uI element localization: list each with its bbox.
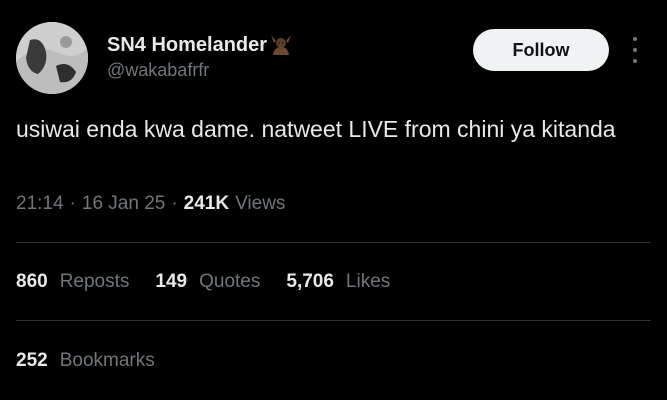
tweet-meta: 21:14 · 16 Jan 25 · 241K Views xyxy=(16,193,285,215)
more-dot xyxy=(633,37,637,41)
tweet-time[interactable]: 21:14 xyxy=(16,193,64,215)
likes-count: 5,706 xyxy=(286,271,334,292)
quotes-stat[interactable]: 149 Quotes xyxy=(155,271,260,293)
bookmarks-label: Bookmarks xyxy=(59,350,155,371)
display-name[interactable]: SN4 Homelander xyxy=(107,34,294,57)
views-label: Views xyxy=(235,193,286,214)
divider xyxy=(16,242,651,243)
meta-separator: · xyxy=(171,193,178,214)
more-dot xyxy=(633,59,637,63)
engagement-stats: 860 Reposts 149 Quotes 5,706 Likes xyxy=(16,271,416,293)
divider xyxy=(16,320,651,321)
reposts-label: Reposts xyxy=(59,271,130,292)
bookmarks-stat[interactable]: 252 Bookmarks xyxy=(16,350,155,372)
quotes-count: 149 xyxy=(155,271,188,292)
bookmarks-stats: 252 Bookmarks xyxy=(16,350,181,372)
user-handle[interactable]: @wakabafrfr xyxy=(107,60,209,81)
likes-stat[interactable]: 5,706 Likes xyxy=(286,271,390,293)
tweet-detail: SN4 Homelander @wakabafrfr Follow usiwai… xyxy=(0,0,667,400)
bookmarks-count: 252 xyxy=(16,350,48,371)
meta-separator: · xyxy=(69,193,76,214)
reposts-stat[interactable]: 860 Reposts xyxy=(16,271,129,293)
avatar[interactable] xyxy=(16,22,88,94)
more-dot xyxy=(633,48,637,52)
reposts-count: 860 xyxy=(16,271,48,292)
quotes-label: Quotes xyxy=(199,271,261,292)
tweet-text: usiwai enda kwa dame. natweet LIVE from … xyxy=(16,116,616,142)
more-vertical-icon[interactable] xyxy=(626,37,644,63)
tweet-date[interactable]: 16 Jan 25 xyxy=(82,193,165,215)
views-count: 241K xyxy=(183,193,230,214)
display-name-text: SN4 Homelander xyxy=(107,34,268,56)
horned-emoji-icon xyxy=(268,33,294,55)
follow-button[interactable]: Follow xyxy=(473,29,609,71)
likes-label: Likes xyxy=(345,271,391,292)
